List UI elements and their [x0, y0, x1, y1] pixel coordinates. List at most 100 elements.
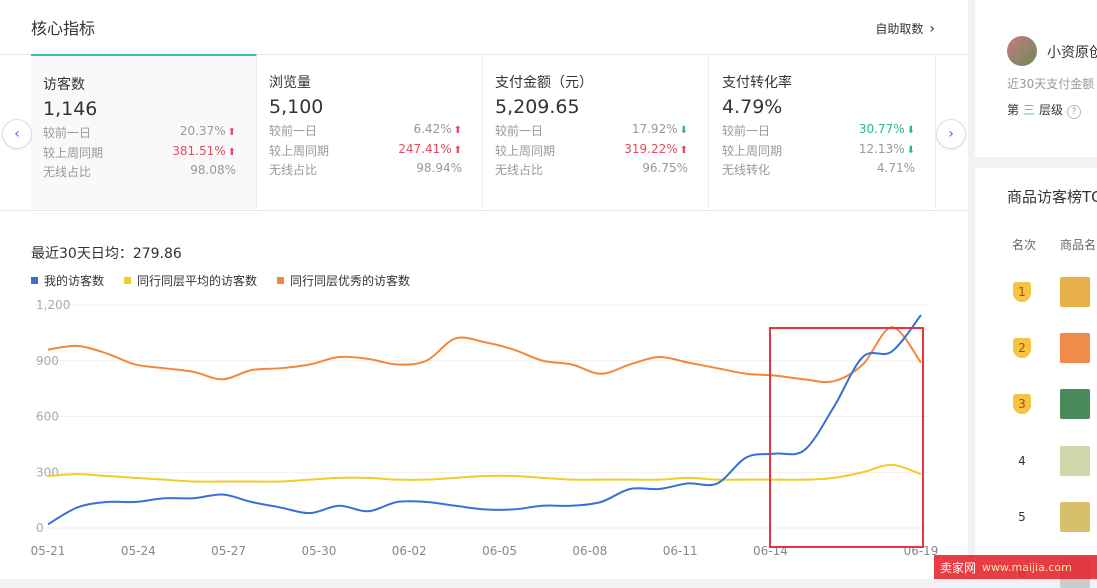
comparison-label: 较上周同期: [43, 146, 104, 160]
watermark: 卖家网 www.maijia.com: [934, 555, 1097, 579]
self-service-data-label[interactable]: 自助取数: [875, 20, 923, 37]
comparison-percent: 30.77%: [858, 122, 905, 136]
panel-title: 核心指标: [31, 19, 96, 38]
series-line: [47, 314, 922, 526]
rank-number: 2: [1013, 338, 1031, 358]
metric-card[interactable]: 支付金额（元） 5,209.65 较前一日 17.92% ⬇ 较上周同期 319.22% ⬆ 无…: [483, 54, 709, 209]
metric-comparison-row: 较前一日 17.92% ⬇: [495, 122, 688, 140]
arrow-down-icon: ⬇: [906, 125, 915, 136]
comparison-percent: 319.22%: [624, 142, 678, 156]
y-tick-label: 0: [36, 521, 44, 535]
carousel-prev-button[interactable]: ‹: [2, 119, 32, 149]
help-icon[interactable]: ?: [1067, 105, 1082, 119]
comparison-percent: 12.13%: [858, 142, 905, 156]
arrow-up-icon: ⬆: [227, 147, 236, 158]
metric-card[interactable]: 浏览量 5,100 较前一日 6.42% ⬆ 较上周同期 247.41% ⬆ 无线占比 98.94…: [257, 54, 483, 209]
shop-name[interactable]: 小资原创: [1047, 42, 1097, 62]
metric-comparison-row: 较上周同期 247.41% ⬆: [269, 142, 462, 160]
rank-number: 4: [1018, 454, 1026, 468]
comparison-value: 381.51% ⬆: [172, 144, 236, 158]
metric-title: 访客数: [43, 77, 85, 93]
self-service-data-link[interactable]: 自助取数 ›: [875, 20, 935, 37]
metric-value: 5,209.65: [495, 96, 580, 118]
arrow-up-icon: ⬆: [453, 145, 462, 156]
metric-title: 支付金额（元）: [495, 75, 593, 91]
comparison-value: 98.08%: [190, 163, 236, 177]
metric-value: 5,100: [269, 96, 324, 118]
comparison-value: 4.71%: [877, 161, 915, 175]
arrow-down-icon: ⬇: [679, 125, 688, 136]
rank-number: 3: [1013, 394, 1031, 414]
comparison-percent: 247.41%: [398, 142, 452, 156]
y-tick-label: 900: [36, 354, 59, 368]
metric-comparison-row: 无线占比 96.75%: [495, 161, 688, 179]
metric-card[interactable]: 支付转化率 4.79% 较前一日 30.77% ⬇ 较上周同期 12.13% ⬇ 无线转化 4.7…: [710, 54, 936, 209]
shop-payment-summary: 近30天支付金额: [1007, 77, 1095, 91]
tier-prefix: 第: [1007, 103, 1020, 117]
comparison-value: 30.77% ⬇: [859, 122, 915, 136]
y-tick-label: 600: [36, 410, 59, 424]
comparison-value: 20.37% ⬆: [180, 124, 236, 138]
x-tick-label: 06-02: [392, 544, 427, 558]
metric-comparison-row: 较前一日 30.77% ⬇: [722, 122, 915, 140]
x-tick-label: 05-21: [31, 544, 66, 558]
panel-header: 核心指标 自助取数 ›: [0, 0, 968, 55]
product-thumbnail[interactable]: [1060, 333, 1090, 363]
chevron-left-icon[interactable]: ‹: [14, 126, 20, 142]
comparison-label: 较前一日: [495, 124, 544, 138]
arrow-up-icon: ⬆: [453, 125, 462, 136]
arrow-up-icon: ⬆: [679, 145, 688, 156]
comparison-label: 无线转化: [722, 163, 771, 177]
metric-value: 4.79%: [722, 96, 783, 118]
x-tick-label: 06-11: [663, 544, 698, 558]
comparison-percent: 98.94%: [416, 161, 462, 175]
product-thumbnail[interactable]: [1060, 502, 1090, 532]
comparison-label: 无线占比: [269, 163, 318, 177]
y-tick-label: 1,200: [36, 298, 70, 312]
metric-title: 支付转化率: [722, 75, 792, 91]
comparison-value: 6.42% ⬆: [413, 122, 462, 136]
x-tick-label: 06-05: [482, 544, 517, 558]
comparison-percent: 4.71%: [876, 161, 915, 175]
product-thumbnail[interactable]: [1060, 446, 1090, 476]
y-tick-label: 300: [36, 465, 59, 479]
metrics-carousel: 访客数 1,146 较前一日 20.37% ⬆ 较上周同期 381.51% ⬆ 无线占比 98.0…: [0, 54, 968, 211]
tier-suffix: 层级: [1039, 103, 1064, 117]
metric-title: 浏览量: [269, 75, 311, 91]
metric-value: 1,146: [43, 98, 98, 120]
arrow-down-icon: ⬇: [906, 145, 915, 156]
core-metrics-panel: 核心指标 自助取数 › 访客数 1,146 较前一日 20.37% ⬆ 较上周同期 381.…: [0, 0, 968, 579]
watermark-domain: www.maijia.com: [982, 560, 1072, 574]
comparison-value: 247.41% ⬆: [398, 142, 462, 156]
metric-comparison-row: 无线占比 98.94%: [269, 161, 462, 179]
metric-comparison-row: 无线转化 4.71%: [722, 161, 915, 179]
x-tick-label: 06-08: [572, 544, 607, 558]
comparison-value: 96.75%: [642, 161, 688, 175]
comparison-label: 较前一日: [269, 124, 318, 138]
comparison-label: 较上周同期: [722, 144, 783, 158]
arrow-up-icon: ⬆: [227, 127, 236, 138]
product-name-column-header: 商品名: [1060, 238, 1097, 252]
shop-tier: 第三层级?: [1007, 101, 1082, 119]
product-thumbnail[interactable]: [1060, 389, 1090, 419]
comparison-label: 无线占比: [43, 165, 92, 179]
shop-avatar: [1007, 36, 1037, 66]
comparison-value: 12.13% ⬇: [859, 142, 915, 156]
carousel-next-button[interactable]: ›: [936, 119, 966, 149]
chevron-right-icon[interactable]: ›: [948, 126, 954, 142]
comparison-percent: 6.42%: [413, 122, 452, 136]
series-line: [47, 326, 922, 384]
metric-card[interactable]: 访客数 1,146 较前一日 20.37% ⬆ 较上周同期 381.51% ⬆ 无线占比 98.0…: [31, 54, 257, 209]
chevron-right-icon[interactable]: ›: [929, 21, 935, 37]
comparison-percent: 98.08%: [190, 163, 236, 177]
product-thumbnail[interactable]: [1060, 277, 1090, 307]
metric-comparison-row: 较前一日 6.42% ⬆: [269, 122, 462, 140]
comparison-label: 无线占比: [495, 163, 544, 177]
ranking-title: 商品访客榜TOP: [1007, 188, 1097, 206]
line-chart: 0 300 600 900 1,200 05-21 05-24 05-27 05-30 06-02…: [31, 298, 939, 558]
rank-number: 1: [1013, 282, 1031, 302]
watermark-brand: 卖家网: [940, 560, 977, 575]
comparison-percent: 96.75%: [642, 161, 688, 175]
x-tick-label: 05-30: [301, 544, 336, 558]
comparison-value: 17.92% ⬇: [632, 122, 688, 136]
